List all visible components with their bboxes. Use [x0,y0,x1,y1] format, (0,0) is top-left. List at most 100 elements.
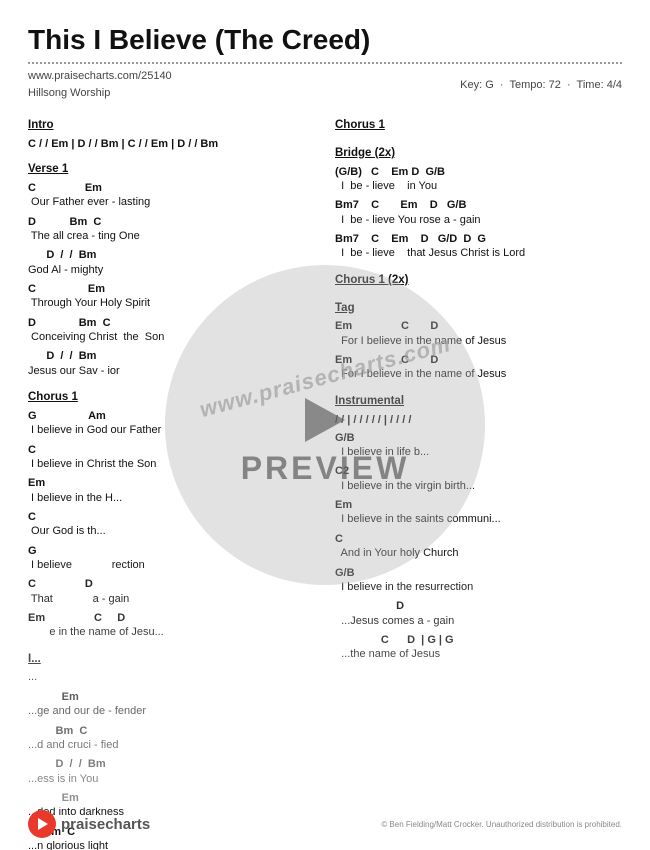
chord-line: C D | G | G [335,633,622,647]
chord-line: D [335,599,622,613]
footer-play-button[interactable] [28,810,56,838]
chord-line: Bm7 C Em D G/B [335,198,622,212]
chord-line: Em C D [335,353,622,367]
footer-play-icon [38,818,48,830]
chord-line: Em [335,498,622,512]
chord-line: (G/B) C Em D G/B [335,165,622,179]
stanza: Em C D For I believe in the name of Jesu… [335,353,622,383]
stanza: Em I believe in the H... [28,476,315,506]
chord-line: C D [28,577,315,591]
stanza: C D | G | G ...the name of Jesus [335,633,622,663]
lyric-line: God Al - mighty [28,263,315,278]
lyric-line: ...ess is in You [28,772,315,787]
url: www.praisecharts.com/25140 [28,70,172,82]
stanza: G Am I believe in God our Father [28,409,315,439]
time-sig: Time: 4/4 [577,79,622,91]
lyric-line: ...ge and our de - fender [28,704,315,719]
footer: praisecharts © Ben Fielding/Matt Crocker… [28,810,622,838]
stanza: C Em Through Your Holy Spirit [28,282,315,312]
lyric-line: I believe in the resurrection [335,580,622,595]
stanza: G I believe rection [28,544,315,574]
chord-line: C2 [335,464,622,478]
stanza: Em...ge and our de - fender [28,690,315,720]
lyric-line: I believe in the saints communi... [335,512,622,527]
chord-line: C [335,532,622,546]
divider [28,62,622,64]
stanza: D Bm C The all crea - ting One [28,215,315,245]
chord-line: D / / Bm [28,757,315,771]
lyric-line: ...d and cruci - fied [28,738,315,753]
stanza: Em C D For I believe in the name of Jesu… [335,319,622,349]
section-label: Verse 1 [28,161,315,179]
stanza: Em C D e in the name of Jesu... [28,611,315,641]
stanza: C I believe in Christ the Son [28,443,315,473]
key: Key: G [460,79,494,91]
lyric-line: I believe in life b... [335,445,622,460]
stanza: / / | / / / / / | / / / / [335,413,622,427]
copyright: © Ben Fielding/Matt Crocker. Unauthorize… [158,820,622,829]
chord-line: D Bm C [28,215,315,229]
chord-line: Em [28,791,315,805]
stanza: (G/B) C Em D G/B I be - lieve in You [335,165,622,195]
lyric-line: ...n glorious light [28,839,315,850]
lyric-line: I believe in the virgin birth... [335,479,622,494]
right-column: Chorus 1Bridge (2x)(G/B) C Em D G/B I be… [335,117,622,850]
lyric-line: I be - lieve that Jesus Christ is Lord [335,246,622,261]
stanza: Em I believe in the saints communi... [335,498,622,528]
lyric-line: The all crea - ting One [28,229,315,244]
chord-line: Em C D [335,319,622,333]
stanza: D Bm C Conceiving Christ the Son [28,316,315,346]
stanza: Bm7 C Em D G/D D G I be - lieve that Jes… [335,232,622,262]
tempo: Tempo: 72 [509,79,560,91]
subtitle-right: Key: G · Tempo: 72 · Time: 4/4 [460,79,622,91]
chord-line: D / / Bm [28,349,315,363]
lyric-line: ...Jesus comes a - gain [335,614,622,629]
lyric-line: I believe in Christ the Son [28,457,315,472]
section-label: Instrumental [335,393,622,411]
chord-line: / / | / / / / / | / / / / [335,413,622,427]
lyric-line: I be - lieve in You [335,179,622,194]
section-label: Chorus 1 (2x) [335,272,622,290]
lyric-line: I be - lieve You rose a - gain [335,213,622,228]
chord-line: C [28,510,315,524]
stanza: G/B I believe in life b... [335,431,622,461]
section-label: Intro [28,117,315,135]
section-label: I... [28,651,315,669]
section-label: Chorus 1 [28,389,315,407]
lyric-line: Conceiving Christ the Son [28,330,315,345]
lyric-line: Jesus our Sav - ior [28,364,315,379]
lyric-line: For I believe in the name of Jesus [335,334,622,349]
chord-line: Em [28,690,315,704]
stanza: C2 I believe in the virgin birth... [335,464,622,494]
chord-line: C Em [28,282,315,296]
chord-line: Bm7 C Em D G/D D G [335,232,622,246]
stanza: C Em Our Father ever - lasting [28,181,315,211]
song-title: This I Believe (The Creed) [28,24,622,56]
stanza: Bm C...d and cruci - fied [28,724,315,754]
lyric-line: And in Your holy Church [335,546,622,561]
stanza: D / / BmJesus our Sav - ior [28,349,315,379]
section-label: Bridge (2x) [335,145,622,163]
chord-line: C [28,443,315,457]
chord-line: D / / Bm [28,248,315,262]
lyric-line: For I believe in the name of Jesus [335,367,622,382]
stanza: ... [28,670,315,685]
chord-line: G [28,544,315,558]
lyric-line: Our Father ever - lasting [28,195,315,210]
lyric-line: ... [28,670,315,685]
chord-line: C / / Em | D / / Bm | C / / Em | D / / B… [28,137,315,151]
stanza: D / / BmGod Al - mighty [28,248,315,278]
chord-line: G/B [335,431,622,445]
artist: Hillsong Worship [28,87,110,99]
stanza: G/B I believe in the resurrection [335,566,622,596]
left-column: Intro C / / Em | D / / Bm | C / / Em | D … [28,117,315,850]
lyric-line: Our God is th... [28,524,315,539]
chord-line: G Am [28,409,315,423]
page: This I Believe (The Creed) www.praisecha… [0,0,650,850]
stanza: D ...Jesus comes a - gain [335,599,622,629]
stanza: C And in Your holy Church [335,532,622,562]
footer-logo: praisecharts [28,810,150,838]
subtitle-row: www.praisecharts.com/25140 Hillsong Wors… [28,68,622,101]
footer-brand: praisecharts [61,816,150,833]
lyric-line: ...the name of Jesus [335,647,622,662]
